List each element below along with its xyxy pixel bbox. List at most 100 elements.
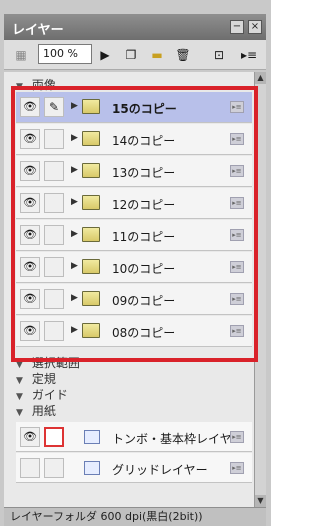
group-guide[interactable]: ▼ ガイド (16, 386, 252, 402)
group-ruler[interactable]: ▼ 定規 (16, 370, 252, 386)
new-folder-icon[interactable]: ▬ (148, 46, 166, 64)
edit-slot[interactable] (44, 458, 64, 478)
scroll-down-icon[interactable]: ▼ (255, 495, 266, 507)
layer-row-09[interactable]: 👁 ▶ 09のコピー ▸≡ (16, 284, 252, 315)
layer-name: グリッドレイヤー (112, 463, 208, 477)
layer-row-11[interactable]: 👁 ▶ 11のコピー ▸≡ (16, 220, 252, 251)
eye-icon[interactable]: 👁 (20, 225, 40, 245)
opacity-field[interactable]: 100 % (38, 44, 92, 64)
layer-tag-icon: ▸≡ (230, 293, 244, 305)
eye-icon[interactable]: 👁 (20, 97, 40, 117)
title-bar: レイヤー − × (4, 14, 266, 40)
eye-icon[interactable]: 👁 (20, 289, 40, 309)
collapse-icon[interactable]: − (230, 20, 244, 34)
eye-icon[interactable]: 👁 (20, 257, 40, 277)
chevron-down-icon[interactable]: ▼ (16, 82, 28, 92)
edit-slot[interactable] (44, 193, 64, 213)
folder-icon (82, 195, 100, 210)
layer-name: 15のコピー (112, 102, 177, 116)
chevron-down-icon[interactable]: ▼ (16, 408, 28, 418)
layer-tag-icon: ▸≡ (230, 101, 244, 113)
chevron-right-icon[interactable]: ▶ (71, 101, 78, 111)
layer-name: 09のコピー (112, 294, 176, 308)
pen-icon[interactable]: ✎ (44, 97, 64, 117)
layer-panel: レイヤー − × ▦ 100 % ▶ ❐ ▬ 🗑 ⊡ ▸≡ ▼ 両像 👁 ✎ ▶… (0, 0, 271, 526)
folder-icon (82, 99, 100, 114)
edit-slot[interactable] (44, 289, 64, 309)
eye-icon[interactable]: 👁 (20, 427, 40, 447)
folder-icon (82, 131, 100, 146)
layer-name: 08のコピー (112, 326, 176, 340)
edit-slot[interactable] (44, 321, 64, 341)
folder-icon (82, 163, 100, 178)
layer-tag-icon: ▸≡ (230, 165, 244, 177)
new-layer-icon[interactable]: ❐ (122, 46, 140, 64)
eye-icon[interactable]: 👁 (20, 321, 40, 341)
chevron-right-icon[interactable]: ▶ (71, 165, 78, 175)
folder-icon (82, 227, 100, 242)
paper-layer-row-crop[interactable]: 👁 トンボ・基本枠レイヤー ▸≡ (16, 422, 252, 452)
crop-mark-icon (84, 430, 100, 444)
visibility-slot[interactable] (20, 458, 40, 478)
layer-tag-icon: ▸≡ (230, 133, 244, 145)
group-paper-label: 用紙 (31, 404, 56, 418)
layer-tag-icon: ▸≡ (230, 431, 244, 443)
group-selection-label: 選択範囲 (31, 356, 80, 370)
group-top[interactable]: ▼ 両像 (16, 76, 252, 92)
play-icon[interactable]: ▶ (96, 46, 114, 64)
eye-icon[interactable]: 👁 (20, 161, 40, 181)
eye-icon[interactable]: 👁 (20, 129, 40, 149)
lock-icon[interactable]: ⊡ (210, 46, 228, 64)
edit-slot[interactable] (44, 129, 64, 149)
chevron-down-icon[interactable]: ▼ (16, 360, 28, 370)
layer-row-12[interactable]: 👁 ▶ 12のコピー ▸≡ (16, 188, 252, 219)
layer-tag-icon: ▸≡ (230, 462, 244, 474)
toolbar: ▦ 100 % ▶ ❐ ▬ 🗑 ⊡ ▸≡ (4, 40, 266, 70)
layer-tag-icon: ▸≡ (230, 261, 244, 273)
folder-icon (82, 323, 100, 338)
group-top-label: 両像 (31, 78, 56, 92)
chevron-right-icon[interactable]: ▶ (71, 293, 78, 303)
grid-icon (84, 461, 100, 475)
chevron-right-icon[interactable]: ▶ (71, 229, 78, 239)
edit-slot[interactable] (44, 225, 64, 245)
layer-row-15[interactable]: 👁 ✎ ▶ 15のコピー ▸≡ (16, 92, 252, 123)
output-mark-icon[interactable] (44, 427, 64, 447)
eye-icon[interactable]: 👁 (20, 193, 40, 213)
chevron-right-icon[interactable]: ▶ (71, 261, 78, 271)
pin-icon[interactable]: ▦ (12, 46, 30, 64)
edit-slot[interactable] (44, 161, 64, 181)
group-selection[interactable]: ▼ 選択範囲 (16, 354, 252, 370)
layer-name: 11のコピー (112, 230, 176, 244)
chevron-down-icon[interactable]: ▼ (16, 392, 28, 402)
scroll-up-icon[interactable]: ▲ (255, 72, 266, 84)
layer-name: トンボ・基本枠レイヤー (112, 432, 244, 446)
layer-row-08[interactable]: 👁 ▶ 08のコピー ▸≡ (16, 316, 252, 347)
layer-name: 14のコピー (112, 134, 176, 148)
chevron-right-icon[interactable]: ▶ (71, 133, 78, 143)
group-guide-label: ガイド (31, 388, 68, 402)
layer-row-14[interactable]: 👁 ▶ 14のコピー ▸≡ (16, 124, 252, 155)
edit-slot[interactable] (44, 257, 64, 277)
chevron-down-icon[interactable]: ▼ (16, 376, 28, 386)
layer-tag-icon: ▸≡ (230, 325, 244, 337)
chevron-right-icon[interactable]: ▶ (71, 325, 78, 335)
close-icon[interactable]: × (248, 20, 262, 34)
scrollbar[interactable]: ▲ ▼ (254, 72, 266, 507)
layer-row-10[interactable]: 👁 ▶ 10のコピー ▸≡ (16, 252, 252, 283)
menu-icon[interactable]: ▸≡ (240, 46, 258, 64)
paper-layer-row-grid[interactable]: グリッドレイヤー ▸≡ (16, 453, 252, 483)
group-paper[interactable]: ▼ 用紙 (16, 402, 252, 418)
layer-name: 10のコピー (112, 262, 176, 276)
layer-tag-icon: ▸≡ (230, 197, 244, 209)
folder-icon (82, 291, 100, 306)
status-bar: レイヤーフォルダ 600 dpi(黒白(2bit)) (4, 507, 266, 526)
trash-icon[interactable]: 🗑 (174, 46, 192, 64)
group-ruler-label: 定規 (31, 372, 56, 386)
chevron-right-icon[interactable]: ▶ (71, 197, 78, 207)
layer-row-13[interactable]: 👁 ▶ 13のコピー ▸≡ (16, 156, 252, 187)
panel-title: レイヤー (12, 23, 64, 38)
folder-icon (82, 259, 100, 274)
layer-tag-icon: ▸≡ (230, 229, 244, 241)
layer-name: 13のコピー (112, 166, 176, 180)
